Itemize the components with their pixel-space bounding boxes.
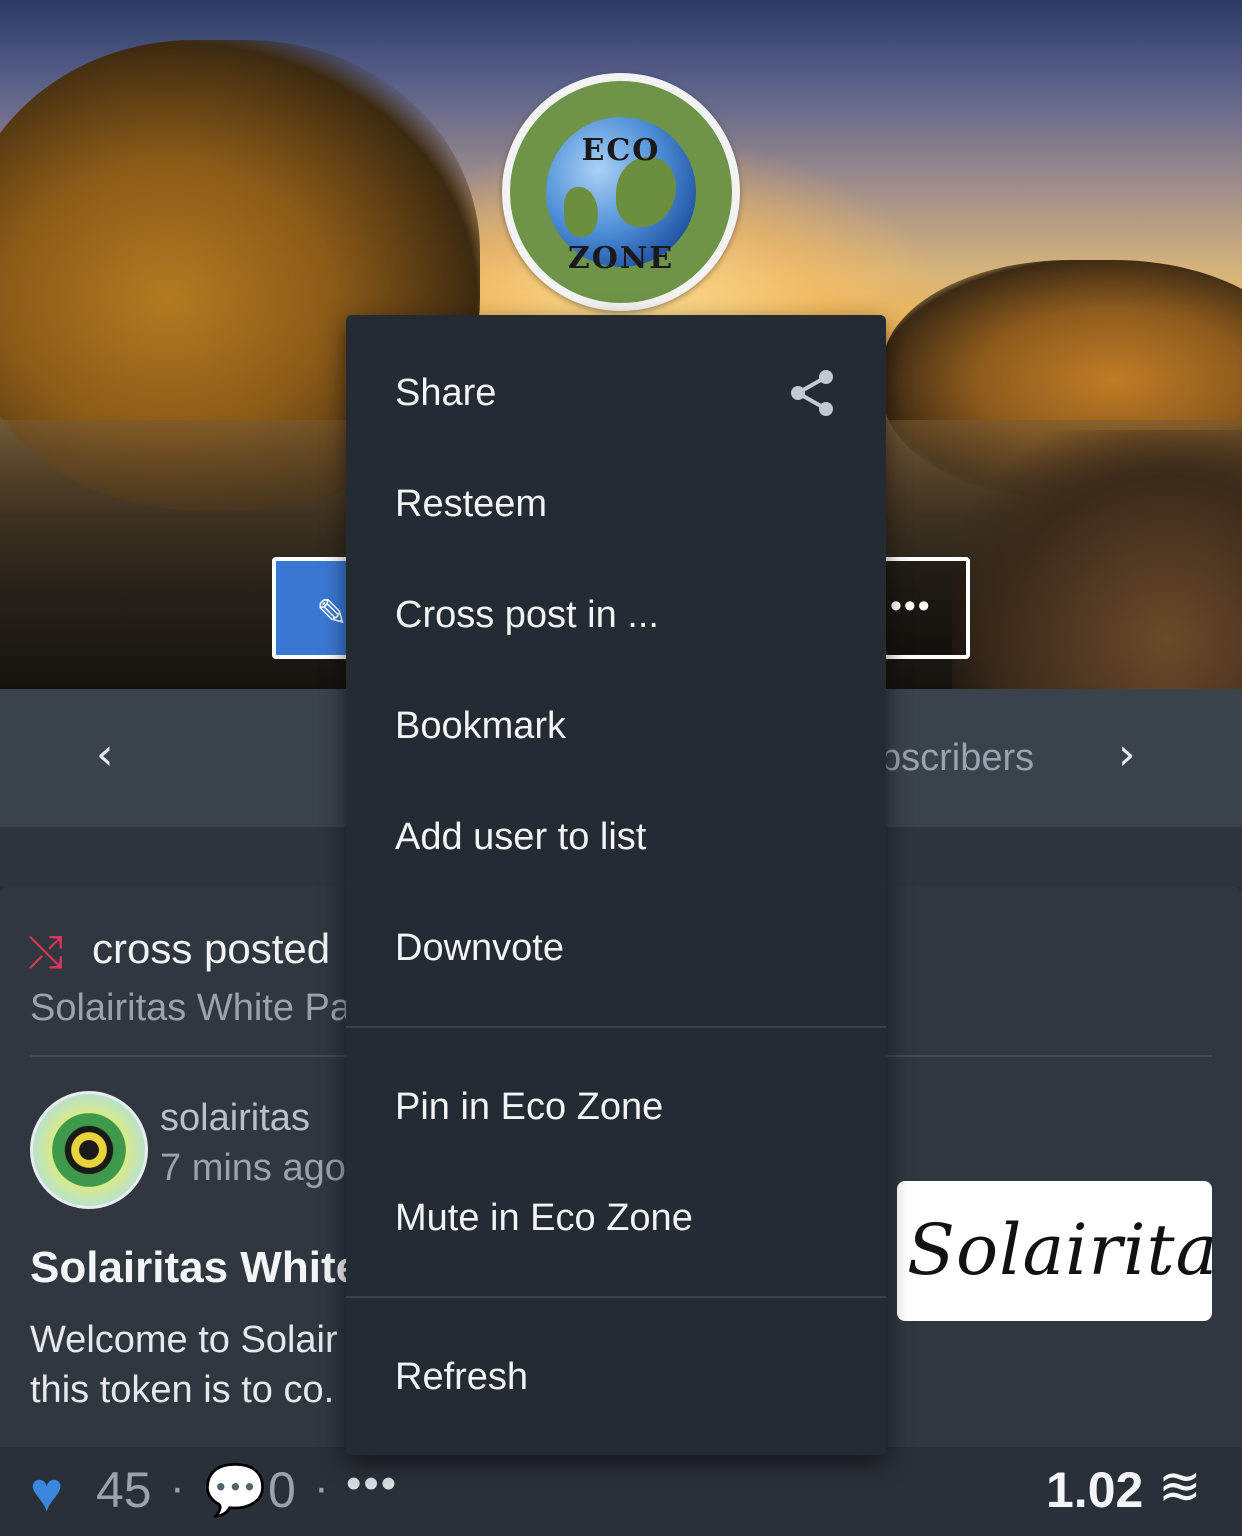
menu-item-label: Add user to list xyxy=(395,816,647,858)
menu-item-resteem[interactable]: Resteem xyxy=(346,448,886,559)
post-excerpt[interactable]: Welcome to Solair this token is to co. xyxy=(30,1315,338,1415)
logo-top-text: ECO xyxy=(581,133,661,168)
menu-item-downvote[interactable]: Downvote xyxy=(346,892,886,1003)
menu-item-share[interactable]: Share xyxy=(346,337,886,448)
eco-zone-logo: ECO ZONE xyxy=(510,81,732,303)
shuffle-icon: ⤭ xyxy=(28,927,64,978)
menu-item-pin[interactable]: Pin in Eco Zone xyxy=(346,1051,886,1162)
menu-item-label: Bookmark xyxy=(395,705,567,747)
menu-item-label: Resteem xyxy=(395,483,548,525)
menu-divider xyxy=(346,1296,886,1298)
menu-item-mute[interactable]: Mute in Eco Zone xyxy=(346,1162,886,1273)
more-icon[interactable]: ••• xyxy=(346,1459,398,1509)
post-title[interactable]: Solairitas White xyxy=(30,1243,360,1293)
post-footer: ♥ 45 · 💬 0 · ••• 1.02 ≋ xyxy=(0,1447,1242,1536)
menu-item-cross-post[interactable]: Cross post in ... xyxy=(346,559,886,670)
thumbnail-logo-text: Solairitas xyxy=(907,1209,1212,1291)
menu-item-label: Cross post in ... xyxy=(395,594,659,636)
avatar[interactable] xyxy=(30,1091,148,1209)
menu-item-label: Downvote xyxy=(395,927,564,969)
post-options-menu: Share Resteem Cross post in ... Bookmark… xyxy=(346,315,886,1455)
post-timestamp: 7 mins ago xyxy=(160,1147,346,1189)
separator: · xyxy=(314,1463,329,1512)
pencil-icon: ✎ xyxy=(316,593,348,635)
menu-divider xyxy=(346,1026,886,1028)
menu-item-add-user-to-list[interactable]: Add user to list xyxy=(346,781,886,892)
separator: · xyxy=(170,1463,185,1512)
heart-icon[interactable]: ♥ xyxy=(30,1459,63,1524)
community-more-button[interactable]: ••• xyxy=(880,557,970,659)
author-name[interactable]: solairitas xyxy=(160,1097,310,1140)
community-avatar[interactable]: ECO ZONE xyxy=(502,73,740,311)
comment-icon[interactable]: 💬 xyxy=(204,1461,266,1520)
menu-item-refresh[interactable]: Refresh xyxy=(346,1321,886,1432)
comment-count[interactable]: 0 xyxy=(268,1461,296,1519)
cross-post-title[interactable]: Solairitas White Pa xyxy=(30,987,351,1030)
steem-icon: ≋ xyxy=(1158,1457,1202,1517)
menu-item-label: Mute in Eco Zone xyxy=(395,1197,693,1239)
chevron-left-icon[interactable]: ‹ xyxy=(96,729,114,780)
menu-item-label: Refresh xyxy=(395,1356,529,1398)
post-thumbnail[interactable]: Solairitas xyxy=(897,1181,1212,1321)
cover-riverbank xyxy=(952,430,1242,689)
payout-value[interactable]: 1.02 xyxy=(1046,1461,1143,1519)
share-icon xyxy=(791,370,833,416)
menu-item-label: Pin in Eco Zone xyxy=(395,1086,664,1128)
vote-count[interactable]: 45 xyxy=(96,1461,152,1519)
more-dots-icon: ••• xyxy=(890,587,932,625)
menu-item-label: Share xyxy=(395,372,497,414)
menu-item-bookmark[interactable]: Bookmark xyxy=(346,670,886,781)
logo-bottom-text: ZONE xyxy=(567,241,675,276)
subscribers-label: bscribers xyxy=(880,737,1035,779)
chevron-right-icon[interactable]: › xyxy=(1118,729,1136,780)
cross-posted-label: cross posted xyxy=(92,925,331,972)
